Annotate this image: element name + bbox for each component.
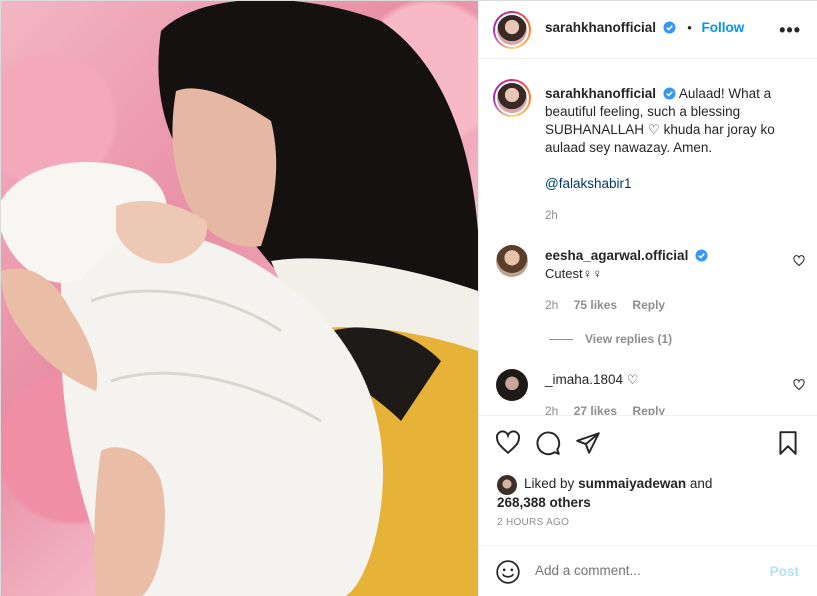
- paper-plane-icon[interactable]: [575, 430, 601, 456]
- comment-reply-button[interactable]: Reply: [632, 404, 665, 415]
- comment-time[interactable]: 2h: [545, 298, 558, 312]
- comment-likes[interactable]: 75 likes: [574, 298, 617, 312]
- caption-mention-link[interactable]: @falakshabir1: [545, 176, 632, 191]
- post-photo-illustration: [1, 1, 478, 596]
- likes-prefix: Liked by: [524, 476, 575, 491]
- bookmark-icon[interactable]: [775, 430, 801, 456]
- comment-meta: 2h 27 likes Reply: [545, 404, 677, 415]
- comment-input[interactable]: [535, 563, 755, 578]
- verified-badge-icon: [663, 21, 676, 34]
- comment-bubble-icon[interactable]: [535, 430, 561, 456]
- post-dialog: sarahkhanofficial • Follow ••• sarahkhan…: [0, 0, 817, 596]
- comment-text: Cutest♀♀: [545, 266, 603, 281]
- comment-username[interactable]: _imaha.1804: [545, 372, 623, 387]
- commenter-avatar[interactable]: [496, 369, 528, 401]
- follow-button[interactable]: Follow: [701, 20, 744, 35]
- author-avatar[interactable]: [493, 11, 531, 49]
- likes-others-link[interactable]: 268,388 others: [497, 495, 591, 510]
- view-replies-button[interactable]: View replies (1): [549, 332, 684, 346]
- likes-summary: Liked by summaiyadewan and 268,388 other…: [497, 474, 713, 512]
- header-username[interactable]: sarahkhanofficial: [545, 20, 656, 35]
- comment-username[interactable]: eesha_agarwal.official: [545, 248, 688, 263]
- liker-username[interactable]: summaiyadewan: [578, 476, 686, 491]
- post-header: sarahkhanofficial • Follow •••: [479, 1, 817, 59]
- verified-badge-icon: [663, 87, 676, 100]
- caption-time[interactable]: 2h: [545, 207, 800, 225]
- comments-scroll-area[interactable]: sarahkhanofficial Aulaad! What a beautif…: [479, 59, 817, 415]
- comment-time[interactable]: 2h: [545, 404, 558, 415]
- caption-username[interactable]: sarahkhanofficial: [545, 86, 656, 101]
- comment-body: _imaha.1804 ♡: [545, 371, 785, 389]
- caption-avatar-image: [495, 81, 529, 115]
- more-horizontal-icon[interactable]: •••: [779, 20, 801, 41]
- comment-like-heart-icon[interactable]: [793, 255, 805, 267]
- post-side-panel: sarahkhanofficial • Follow ••• sarahkhan…: [478, 1, 817, 596]
- author-avatar-image: [495, 13, 529, 47]
- post-photo[interactable]: [1, 1, 478, 596]
- header-author-line: sarahkhanofficial • Follow: [545, 20, 744, 35]
- comment-body: eesha_agarwal.official Cutest♀♀: [545, 247, 785, 283]
- liker-avatar[interactable]: [497, 475, 517, 495]
- caption: sarahkhanofficial Aulaad! What a beautif…: [545, 85, 800, 225]
- comment-text: ♡: [626, 372, 639, 387]
- comment-meta: 2h 75 likes Reply: [545, 298, 677, 312]
- comment-likes[interactable]: 27 likes: [574, 404, 617, 415]
- heart-icon[interactable]: [495, 430, 521, 456]
- post-timestamp[interactable]: 2 HOURS AGO: [497, 517, 569, 528]
- comment-like-heart-icon[interactable]: [793, 379, 805, 391]
- view-replies-label: View replies (1): [585, 332, 673, 346]
- post-comment-button[interactable]: Post: [770, 564, 799, 579]
- commenter-avatar[interactable]: [496, 245, 528, 277]
- view-replies-line: [549, 339, 573, 341]
- verified-badge-icon: [695, 249, 708, 262]
- header-separator: •: [687, 20, 692, 35]
- smiley-icon[interactable]: [495, 559, 521, 585]
- comment-composer: Post: [479, 545, 817, 596]
- likes-connector: and: [689, 476, 713, 491]
- post-actions: Liked by summaiyadewan and 268,388 other…: [479, 415, 817, 545]
- comment-reply-button[interactable]: Reply: [632, 298, 665, 312]
- caption-avatar[interactable]: [493, 79, 531, 117]
